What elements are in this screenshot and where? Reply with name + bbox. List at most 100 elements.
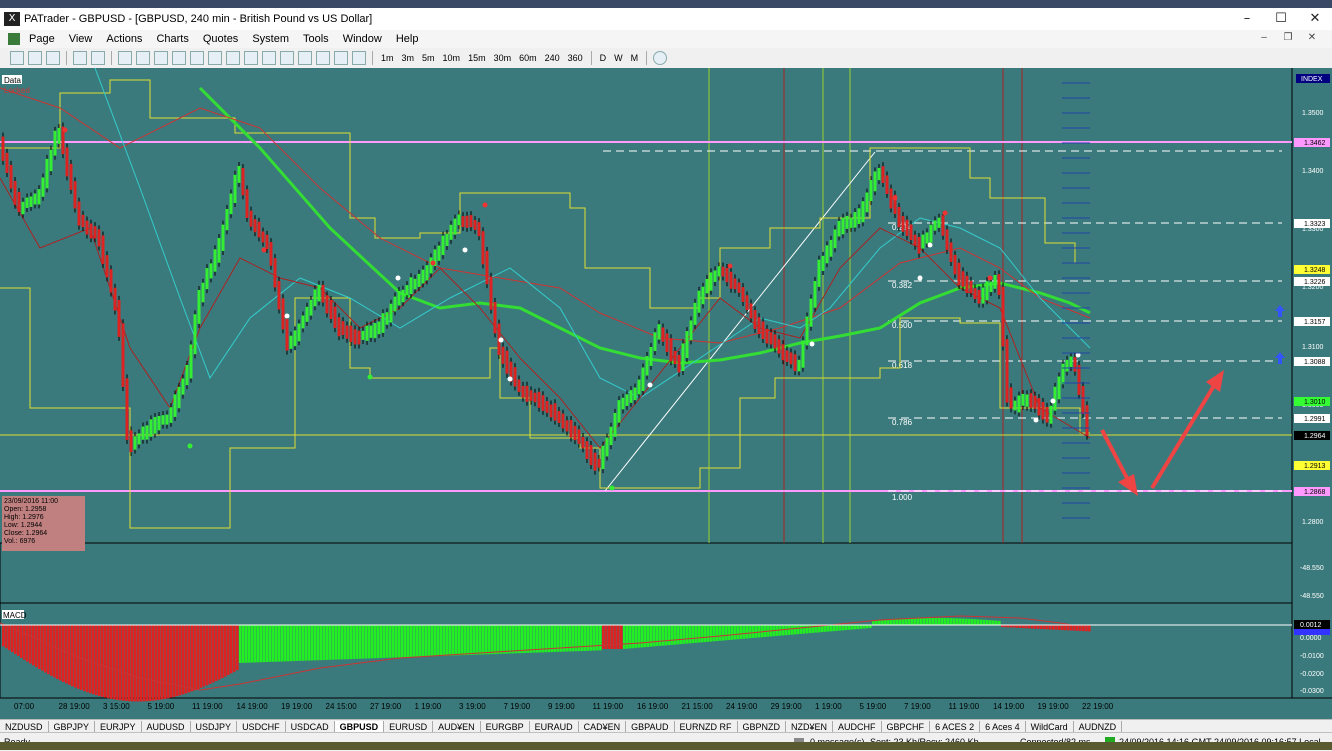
- timeframe-d[interactable]: D: [596, 53, 611, 63]
- candle: [1049, 405, 1053, 424]
- macd-bar: [470, 625, 473, 655]
- erase-tool-icon[interactable]: [334, 51, 348, 65]
- close-button[interactable]: ✕: [1298, 8, 1332, 30]
- symbol-tab[interactable]: GBPUSD: [334, 720, 385, 733]
- settings-tool-icon[interactable]: [352, 51, 366, 65]
- text-tool-icon[interactable]: [262, 51, 276, 65]
- menu-tools[interactable]: Tools: [296, 33, 336, 45]
- new-chart-icon[interactable]: [10, 51, 24, 65]
- cursor-icon[interactable]: [118, 51, 132, 65]
- timeframe-240[interactable]: 240: [541, 53, 564, 63]
- line-tool-icon[interactable]: [136, 51, 150, 65]
- indicator-icon[interactable]: [73, 51, 87, 65]
- price-pane[interactable]: [0, 68, 1292, 543]
- candle: [737, 282, 741, 293]
- mdi-restore-button[interactable]: ❐: [1276, 32, 1300, 43]
- menu-quotes[interactable]: Quotes: [196, 33, 245, 45]
- mdi-close-button[interactable]: ✕: [1300, 32, 1324, 43]
- target-icon[interactable]: [653, 51, 668, 65]
- macd-bar: [842, 625, 845, 631]
- crosshair-icon[interactable]: [91, 51, 105, 65]
- volume-pane[interactable]: [0, 542, 1293, 604]
- macd-bar: [266, 625, 269, 663]
- symbol-tab[interactable]: CAD¥EN: [579, 720, 627, 733]
- symbol-tab[interactable]: 6 ACES 2: [930, 720, 981, 733]
- macd-bar: [911, 618, 914, 625]
- menu-actions[interactable]: Actions: [99, 33, 149, 45]
- candle: [337, 317, 341, 337]
- menu-help[interactable]: Help: [389, 33, 426, 45]
- chart-canvas[interactable]: 0.214 0.382 0.500 0.618 0.786 1.000: [0, 67, 1332, 719]
- symbol-tab[interactable]: AUDNZD: [1074, 720, 1123, 733]
- menu-system[interactable]: System: [245, 33, 296, 45]
- maximize-button[interactable]: ☐: [1264, 8, 1298, 30]
- symbol-tab[interactable]: AUDUSD: [142, 720, 191, 733]
- candle: [937, 217, 941, 228]
- macd-bar: [482, 625, 485, 655]
- vline-tool-icon[interactable]: [280, 51, 294, 65]
- candle: [749, 303, 753, 319]
- chart-window-icon[interactable]: [8, 33, 20, 45]
- fib-tool-icon[interactable]: [190, 51, 204, 65]
- hline-tool-icon[interactable]: [226, 51, 240, 65]
- macd-bar: [686, 625, 689, 644]
- chart-area[interactable]: 0.214 0.382 0.500 0.618 0.786 1.000: [0, 67, 1332, 719]
- macd-bar: [731, 625, 734, 640]
- timeframe-5m[interactable]: 5m: [418, 53, 439, 63]
- macd-pane[interactable]: [0, 602, 1293, 699]
- candle: [713, 270, 717, 282]
- macd-bar: [908, 618, 911, 625]
- channel-tool-icon[interactable]: [154, 51, 168, 65]
- timeframe-360[interactable]: 360: [564, 53, 587, 63]
- timeframe-3m[interactable]: 3m: [398, 53, 419, 63]
- macd-bar: [956, 618, 959, 625]
- grid-tool-icon[interactable]: [298, 51, 312, 65]
- candle: [541, 395, 545, 411]
- symbol-tab[interactable]: USDCAD: [286, 720, 335, 733]
- symbol-tab[interactable]: EURUSD: [384, 720, 434, 733]
- zoom-out-icon[interactable]: [46, 51, 60, 65]
- symbol-tab[interactable]: GBPJPY: [49, 720, 96, 733]
- zoom-in-icon[interactable]: [28, 51, 42, 65]
- symbol-tab[interactable]: GBPAUD: [626, 720, 675, 733]
- timeframe-30m[interactable]: 30m: [490, 53, 516, 63]
- symbol-tab[interactable]: EURNZD RF: [675, 720, 738, 733]
- macd-bar: [509, 625, 512, 654]
- symbol-tab[interactable]: EURAUD: [530, 720, 579, 733]
- timeframe-60m[interactable]: 60m: [515, 53, 541, 63]
- symbol-tab[interactable]: 6 Aces 4: [980, 720, 1026, 733]
- timeframe-15m[interactable]: 15m: [464, 53, 490, 63]
- candle: [333, 306, 337, 329]
- signal-dot: [367, 374, 373, 380]
- macd-bar: [1082, 625, 1085, 632]
- rect-tool-icon[interactable]: [244, 51, 258, 65]
- menu-view[interactable]: View: [62, 33, 100, 45]
- symbol-tab[interactable]: GBPCHF: [882, 720, 931, 733]
- mdi-minimize-button[interactable]: –: [1252, 32, 1276, 43]
- candle: [157, 416, 161, 431]
- symbol-tab[interactable]: USDCHF: [237, 720, 286, 733]
- menu-page[interactable]: Page: [22, 33, 62, 45]
- timeframe-1m[interactable]: 1m: [377, 53, 398, 63]
- minimize-button[interactable]: –: [1230, 8, 1264, 30]
- timeframe-10m[interactable]: 10m: [439, 53, 465, 63]
- fan-tool-icon[interactable]: [208, 51, 222, 65]
- symbol-tab[interactable]: USDJPY: [191, 720, 238, 733]
- symbol-tab[interactable]: EURJPY: [95, 720, 142, 733]
- macd-bar: [254, 625, 257, 663]
- symbol-tab[interactable]: NZD¥EN: [786, 720, 834, 733]
- timeframe-m[interactable]: M: [627, 53, 643, 63]
- menu-window[interactable]: Window: [336, 33, 389, 45]
- symbol-tab[interactable]: AUDCHF: [833, 720, 882, 733]
- price-axis[interactable]: [1292, 68, 1332, 698]
- symbol-tab[interactable]: GBPNZD: [738, 720, 787, 733]
- menu-charts[interactable]: Charts: [149, 33, 195, 45]
- symbol-tab[interactable]: WildCard: [1026, 720, 1074, 733]
- symbol-tab[interactable]: AUD¥EN: [433, 720, 481, 733]
- symbol-tab[interactable]: EURGBP: [481, 720, 530, 733]
- trend-tool-icon[interactable]: [172, 51, 186, 65]
- arrow-tool-icon[interactable]: [316, 51, 330, 65]
- symbol-tab[interactable]: NZDUSD: [0, 720, 49, 733]
- timeframe-w[interactable]: W: [610, 53, 627, 63]
- macd-bar: [20, 625, 23, 658]
